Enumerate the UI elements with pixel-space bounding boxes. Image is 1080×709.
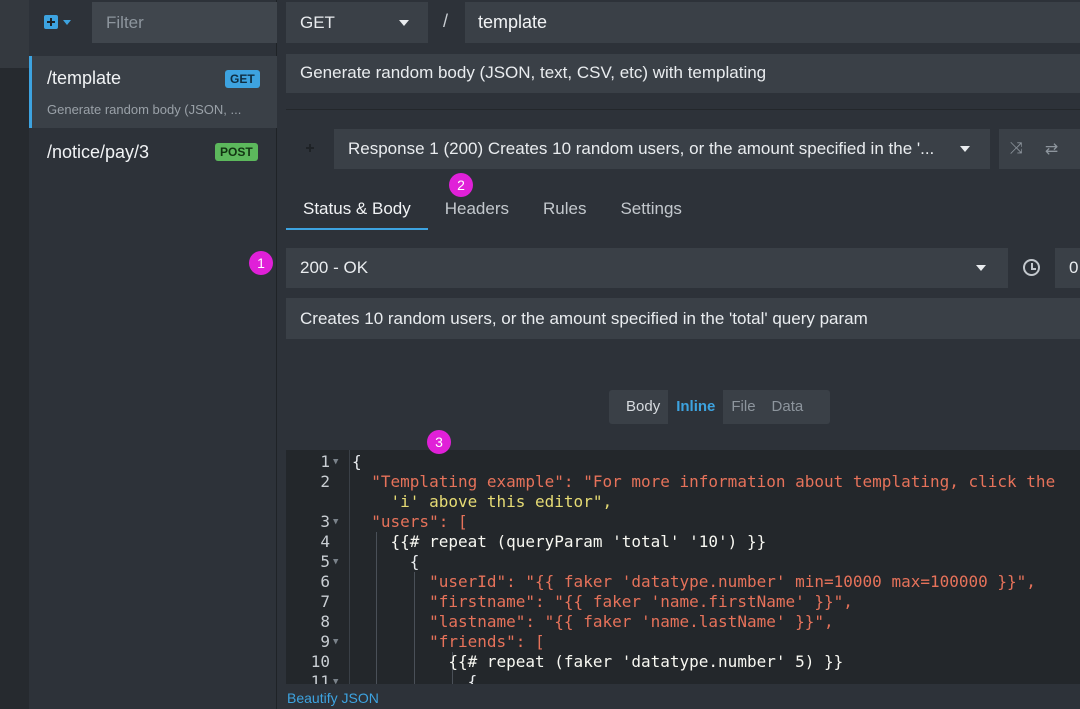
sidebar-toolbar bbox=[29, 0, 277, 46]
code-line: 'i' above this editor", bbox=[352, 492, 613, 511]
shuffle-icon[interactable]: ⤨ bbox=[1010, 140, 1023, 158]
latency-input[interactable] bbox=[1055, 248, 1080, 288]
code-line: "Templating example": "For more informat… bbox=[352, 472, 1056, 491]
body-option-file[interactable]: File bbox=[723, 390, 763, 424]
line-number: 10 bbox=[310, 652, 330, 671]
line-number: 5 bbox=[320, 552, 330, 571]
code-line: "userId": "{{ faker 'datatype.number' mi… bbox=[352, 572, 1036, 591]
fold-icon[interactable]: ▼ bbox=[333, 632, 338, 652]
gutter-divider bbox=[349, 450, 350, 684]
endpoint-input[interactable] bbox=[465, 2, 1080, 43]
line-number: 1 bbox=[320, 452, 330, 471]
response-select-label: Response 1 (200) Creates 10 random users… bbox=[348, 139, 935, 158]
code-line: {{# repeat (faker 'datatype.number' 5) }… bbox=[352, 652, 844, 671]
tab-settings[interactable]: Settings bbox=[603, 190, 698, 230]
code-line: "firstname": "{{ faker 'name.firstName' … bbox=[352, 592, 853, 611]
line-number: 7 bbox=[320, 592, 330, 611]
body-code-editor[interactable]: 1 ▼ 2 3 ▼ 4 5 ▼ 6 7 8 9 ▼ 10 11 ▼ { "Templati… bbox=[286, 450, 1080, 684]
route-path: /notice/pay/3 bbox=[47, 142, 150, 162]
clock-icon bbox=[1023, 259, 1040, 276]
line-number: 3 bbox=[320, 512, 330, 531]
annotation-marker-2: 2 bbox=[449, 173, 473, 197]
line-number: 4 bbox=[320, 532, 330, 551]
response-description-field[interactable]: Creates 10 random users, or the amount s… bbox=[286, 298, 1080, 339]
code-line: "users": [ bbox=[352, 512, 468, 531]
activity-bar-active[interactable] bbox=[0, 0, 29, 68]
route-item-notice-pay[interactable]: /notice/pay/3 POST bbox=[29, 130, 277, 174]
tab-status-body[interactable]: Status & Body bbox=[286, 190, 428, 230]
method-badge-get: GET bbox=[225, 70, 260, 88]
code-line: "lastname": "{{ faker 'name.lastName' }}… bbox=[352, 612, 834, 631]
fold-icon[interactable]: ▼ bbox=[333, 672, 338, 684]
response-tabs: Status & Body Headers Rules Settings bbox=[286, 190, 699, 230]
route-editor: GET / Generate random body (JSON, text, … bbox=[277, 0, 1080, 709]
body-option-inline[interactable]: Inline bbox=[668, 390, 724, 424]
code-line: { bbox=[352, 452, 362, 471]
line-number: 2 bbox=[320, 472, 330, 491]
routes-sidebar: /template GET Generate random body (JSON… bbox=[29, 0, 277, 709]
chevron-down-icon bbox=[960, 146, 970, 152]
fold-icon[interactable]: ▼ bbox=[333, 552, 338, 572]
fold-icon[interactable]: ▼ bbox=[333, 452, 338, 472]
method-select[interactable]: GET bbox=[286, 2, 428, 43]
chevron-down-icon bbox=[63, 19, 71, 25]
plus-icon bbox=[44, 15, 58, 29]
code-line: "friends": [ bbox=[352, 632, 545, 651]
chevron-down-icon bbox=[399, 20, 409, 26]
beautify-json-link[interactable]: Beautify JSON bbox=[287, 690, 379, 706]
status-code-value: 200 - OK bbox=[300, 258, 369, 277]
annotation-marker-1: 1 bbox=[249, 251, 273, 275]
route-path: /template bbox=[47, 68, 122, 88]
line-number: 8 bbox=[320, 612, 330, 631]
add-route-button[interactable] bbox=[44, 10, 80, 34]
line-number: 9 bbox=[320, 632, 330, 651]
fold-icon[interactable]: ▼ bbox=[333, 512, 338, 532]
divider bbox=[286, 109, 1080, 110]
body-option-data[interactable]: Data bbox=[764, 390, 812, 424]
response-tools: ⤨ ⇄ bbox=[999, 129, 1080, 169]
body-type-toggle: Body Inline File Data bbox=[609, 390, 830, 424]
editor-gutter: 1 ▼ 2 3 ▼ 4 5 ▼ 6 7 8 9 ▼ 10 11 ▼ bbox=[286, 450, 342, 684]
line-number: 11 bbox=[310, 672, 330, 684]
code-line: { bbox=[352, 552, 420, 571]
status-code-select[interactable]: 200 - OK bbox=[286, 248, 1008, 288]
body-toggle-label: Body bbox=[626, 398, 661, 415]
response-select[interactable]: Response 1 (200) Creates 10 random users… bbox=[334, 129, 990, 169]
route-description-field[interactable]: Generate random body (JSON, text, CSV, e… bbox=[286, 54, 1080, 93]
code-line: { bbox=[352, 672, 478, 684]
method-badge-post: POST bbox=[215, 143, 258, 161]
route-item-template[interactable]: /template GET Generate random body (JSON… bbox=[29, 56, 277, 128]
code-line: {{# repeat (queryParam 'total' '10') }} bbox=[352, 532, 767, 551]
route-description: Generate random body (JSON, ... bbox=[47, 102, 242, 117]
tab-headers[interactable]: Headers bbox=[428, 190, 526, 230]
method-value: GET bbox=[300, 12, 335, 32]
path-separator: / bbox=[443, 11, 449, 31]
tab-rules[interactable]: Rules bbox=[526, 190, 603, 230]
activity-bar bbox=[0, 0, 29, 709]
annotation-marker-3: 3 bbox=[427, 430, 451, 454]
filter-input[interactable] bbox=[92, 2, 277, 43]
sequential-icon[interactable]: ⇄ bbox=[1045, 139, 1058, 159]
line-number: 6 bbox=[320, 572, 330, 591]
chevron-down-icon bbox=[976, 265, 986, 271]
